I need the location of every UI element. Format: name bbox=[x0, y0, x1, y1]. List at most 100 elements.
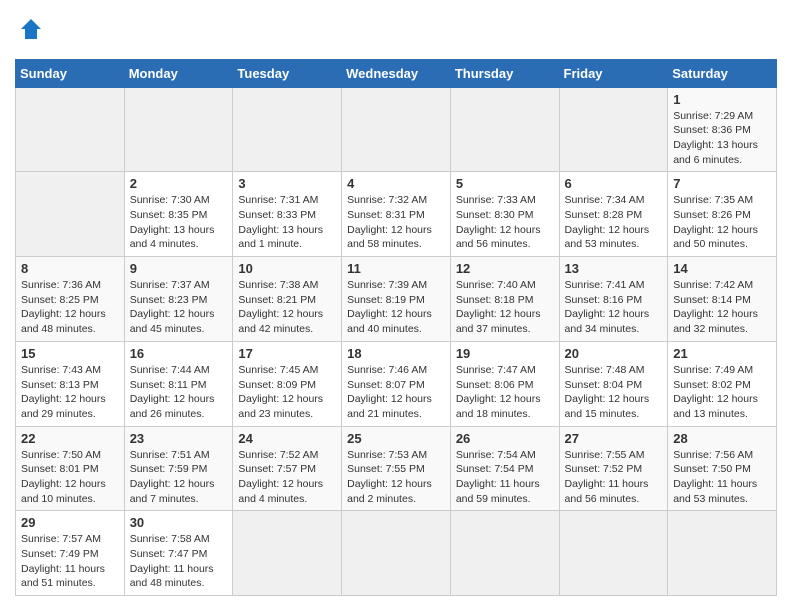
week-row: 1 Sunrise: 7:29 AMSunset: 8:36 PMDaylight… bbox=[16, 87, 777, 172]
day-number: 24 bbox=[238, 431, 336, 446]
day-info: Sunrise: 7:34 AMSunset: 8:28 PMDaylight:… bbox=[565, 193, 663, 252]
table-row bbox=[559, 87, 668, 172]
day-number: 10 bbox=[238, 261, 336, 276]
day-number: 12 bbox=[456, 261, 554, 276]
col-header-tuesday: Tuesday bbox=[233, 59, 342, 87]
day-info: Sunrise: 7:48 AMSunset: 8:04 PMDaylight:… bbox=[565, 363, 663, 422]
col-header-sunday: Sunday bbox=[16, 59, 125, 87]
day-number: 27 bbox=[565, 431, 663, 446]
table-row bbox=[450, 511, 559, 596]
table-row: 14 Sunrise: 7:42 AMSunset: 8:14 PMDayligh… bbox=[668, 257, 777, 342]
table-row bbox=[16, 87, 125, 172]
day-number: 5 bbox=[456, 176, 554, 191]
day-number: 4 bbox=[347, 176, 445, 191]
table-row: 24 Sunrise: 7:52 AMSunset: 7:57 PMDayligh… bbox=[233, 426, 342, 511]
day-number: 26 bbox=[456, 431, 554, 446]
col-header-thursday: Thursday bbox=[450, 59, 559, 87]
day-info: Sunrise: 7:47 AMSunset: 8:06 PMDaylight:… bbox=[456, 363, 554, 422]
table-row: 2 Sunrise: 7:30 AMSunset: 8:35 PMDaylight… bbox=[124, 172, 233, 257]
day-number: 9 bbox=[130, 261, 228, 276]
col-header-monday: Monday bbox=[124, 59, 233, 87]
day-number: 17 bbox=[238, 346, 336, 361]
day-info: Sunrise: 7:30 AMSunset: 8:35 PMDaylight:… bbox=[130, 193, 228, 252]
day-number: 8 bbox=[21, 261, 119, 276]
day-info: Sunrise: 7:56 AMSunset: 7:50 PMDaylight:… bbox=[673, 448, 771, 507]
table-row: 6 Sunrise: 7:34 AMSunset: 8:28 PMDaylight… bbox=[559, 172, 668, 257]
table-row: 30Sunrise: 7:58 AMSunset: 7:47 PMDayligh… bbox=[124, 511, 233, 596]
table-row: 9Sunrise: 7:37 AMSunset: 8:23 PMDaylight… bbox=[124, 257, 233, 342]
col-header-friday: Friday bbox=[559, 59, 668, 87]
day-number: 29 bbox=[21, 515, 119, 530]
col-header-wednesday: Wednesday bbox=[342, 59, 451, 87]
day-number: 25 bbox=[347, 431, 445, 446]
day-info: Sunrise: 7:29 AMSunset: 8:36 PMDaylight:… bbox=[673, 109, 771, 168]
day-number: 7 bbox=[673, 176, 771, 191]
table-row: 17 Sunrise: 7:45 AMSunset: 8:09 PMDayligh… bbox=[233, 341, 342, 426]
table-row: 12 Sunrise: 7:40 AMSunset: 8:18 PMDayligh… bbox=[450, 257, 559, 342]
week-row: 29 Sunrise: 7:57 AMSunset: 7:49 PMDayligh… bbox=[16, 511, 777, 596]
day-number: 28 bbox=[673, 431, 771, 446]
day-info: Sunrise: 7:44 AMSunset: 8:11 PMDaylight:… bbox=[130, 363, 228, 422]
day-number: 2 bbox=[130, 176, 228, 191]
table-row: 26 Sunrise: 7:54 AMSunset: 7:54 PMDayligh… bbox=[450, 426, 559, 511]
day-info: Sunrise: 7:52 AMSunset: 7:57 PMDaylight:… bbox=[238, 448, 336, 507]
day-number: 21 bbox=[673, 346, 771, 361]
table-row bbox=[124, 87, 233, 172]
day-info: Sunrise: 7:40 AMSunset: 8:18 PMDaylight:… bbox=[456, 278, 554, 337]
day-info: Sunrise: 7:53 AMSunset: 7:55 PMDaylight:… bbox=[347, 448, 445, 507]
day-info: Sunrise: 7:39 AMSunset: 8:19 PMDaylight:… bbox=[347, 278, 445, 337]
day-number: 30 bbox=[130, 515, 228, 530]
table-row: 29 Sunrise: 7:57 AMSunset: 7:49 PMDayligh… bbox=[16, 511, 125, 596]
table-row: 15Sunrise: 7:43 AMSunset: 8:13 PMDayligh… bbox=[16, 341, 125, 426]
day-info: Sunrise: 7:35 AMSunset: 8:26 PMDaylight:… bbox=[673, 193, 771, 252]
day-number: 11 bbox=[347, 261, 445, 276]
day-info: Sunrise: 7:32 AMSunset: 8:31 PMDaylight:… bbox=[347, 193, 445, 252]
page-header bbox=[15, 15, 777, 49]
table-row: 5 Sunrise: 7:33 AMSunset: 8:30 PMDaylight… bbox=[450, 172, 559, 257]
day-number: 14 bbox=[673, 261, 771, 276]
table-row: 25 Sunrise: 7:53 AMSunset: 7:55 PMDayligh… bbox=[342, 426, 451, 511]
day-number: 18 bbox=[347, 346, 445, 361]
day-info: Sunrise: 7:57 AMSunset: 7:49 PMDaylight:… bbox=[21, 532, 119, 591]
table-row: 7 Sunrise: 7:35 AMSunset: 8:26 PMDaylight… bbox=[668, 172, 777, 257]
table-row: 11 Sunrise: 7:39 AMSunset: 8:19 PMDayligh… bbox=[342, 257, 451, 342]
day-info: Sunrise: 7:38 AMSunset: 8:21 PMDaylight:… bbox=[238, 278, 336, 337]
day-info: Sunrise: 7:55 AMSunset: 7:52 PMDaylight:… bbox=[565, 448, 663, 507]
table-row: 8 Sunrise: 7:36 AMSunset: 8:25 PMDaylight… bbox=[16, 257, 125, 342]
day-number: 13 bbox=[565, 261, 663, 276]
table-row: 20Sunrise: 7:48 AMSunset: 8:04 PMDayligh… bbox=[559, 341, 668, 426]
day-number: 23 bbox=[130, 431, 228, 446]
day-info: Sunrise: 7:50 AMSunset: 8:01 PMDaylight:… bbox=[21, 448, 119, 507]
week-row: 15Sunrise: 7:43 AMSunset: 8:13 PMDayligh… bbox=[16, 341, 777, 426]
day-number: 19 bbox=[456, 346, 554, 361]
day-number: 6 bbox=[565, 176, 663, 191]
day-info: Sunrise: 7:43 AMSunset: 8:13 PMDaylight:… bbox=[21, 363, 119, 422]
day-info: Sunrise: 7:46 AMSunset: 8:07 PMDaylight:… bbox=[347, 363, 445, 422]
table-row bbox=[668, 511, 777, 596]
table-row: 3Sunrise: 7:31 AMSunset: 8:33 PMDaylight… bbox=[233, 172, 342, 257]
table-row bbox=[233, 87, 342, 172]
day-number: 3 bbox=[238, 176, 336, 191]
day-number: 1 bbox=[673, 92, 771, 107]
day-info: Sunrise: 7:36 AMSunset: 8:25 PMDaylight:… bbox=[21, 278, 119, 337]
day-info: Sunrise: 7:45 AMSunset: 8:09 PMDaylight:… bbox=[238, 363, 336, 422]
day-info: Sunrise: 7:33 AMSunset: 8:30 PMDaylight:… bbox=[456, 193, 554, 252]
table-row: 22Sunrise: 7:50 AMSunset: 8:01 PMDayligh… bbox=[16, 426, 125, 511]
day-info: Sunrise: 7:42 AMSunset: 8:14 PMDaylight:… bbox=[673, 278, 771, 337]
table-row: 16Sunrise: 7:44 AMSunset: 8:11 PMDayligh… bbox=[124, 341, 233, 426]
table-row bbox=[342, 511, 451, 596]
table-row: 13Sunrise: 7:41 AMSunset: 8:16 PMDayligh… bbox=[559, 257, 668, 342]
table-row bbox=[233, 511, 342, 596]
day-info: Sunrise: 7:54 AMSunset: 7:54 PMDaylight:… bbox=[456, 448, 554, 507]
calendar-table: SundayMondayTuesdayWednesdayThursdayFrid… bbox=[15, 59, 777, 597]
week-row: 2 Sunrise: 7:30 AMSunset: 8:35 PMDaylight… bbox=[16, 172, 777, 257]
header-row: SundayMondayTuesdayWednesdayThursdayFrid… bbox=[16, 59, 777, 87]
table-row: 4 Sunrise: 7:32 AMSunset: 8:31 PMDaylight… bbox=[342, 172, 451, 257]
week-row: 8 Sunrise: 7:36 AMSunset: 8:25 PMDaylight… bbox=[16, 257, 777, 342]
day-info: Sunrise: 7:51 AMSunset: 7:59 PMDaylight:… bbox=[130, 448, 228, 507]
day-info: Sunrise: 7:49 AMSunset: 8:02 PMDaylight:… bbox=[673, 363, 771, 422]
table-row: 27 Sunrise: 7:55 AMSunset: 7:52 PMDayligh… bbox=[559, 426, 668, 511]
table-row: 1 Sunrise: 7:29 AMSunset: 8:36 PMDaylight… bbox=[668, 87, 777, 172]
table-row bbox=[16, 172, 125, 257]
table-row bbox=[342, 87, 451, 172]
